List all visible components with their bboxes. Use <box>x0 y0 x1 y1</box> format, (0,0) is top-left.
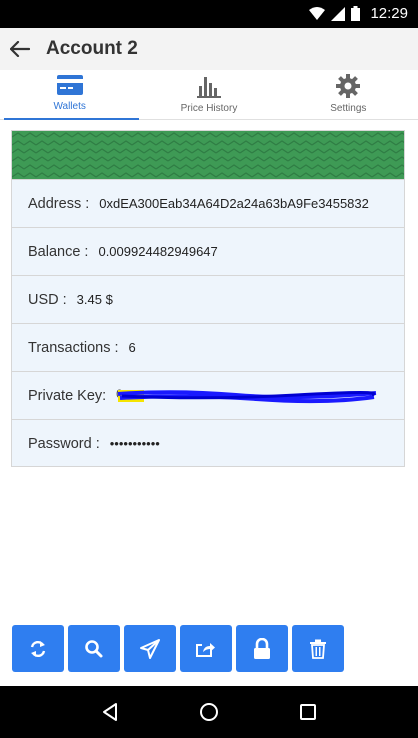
tab-settings[interactable]: Settings <box>279 70 418 119</box>
balance-label: Balance : <box>28 243 89 260</box>
tab-wallets[interactable]: Wallets <box>0 70 140 120</box>
send-icon <box>140 638 160 659</box>
status-icons: 12:29 <box>309 5 408 22</box>
lock-icon <box>254 637 270 659</box>
zigzag-pattern-icon <box>12 131 404 179</box>
app-bar: Account 2 <box>0 28 418 70</box>
battery-icon <box>351 6 361 21</box>
search-button[interactable] <box>68 625 120 672</box>
refresh-icon <box>30 640 46 657</box>
credit-card-icon <box>56 75 83 95</box>
balance-value: 0.009924482949647 <box>98 244 218 259</box>
delete-button[interactable] <box>292 625 344 672</box>
tab-price-history-label: Price History <box>180 103 238 114</box>
arrow-left-icon <box>10 41 30 57</box>
share-icon <box>196 642 215 657</box>
private-key-label: Private Key: <box>28 387 107 404</box>
transactions-row: Transactions : 6 <box>12 323 404 371</box>
tab-price-history[interactable]: Price History <box>139 70 278 119</box>
wallet-banner <box>12 131 404 179</box>
status-time: 12:29 <box>370 5 408 22</box>
action-toolbar <box>12 625 344 672</box>
password-value: ••••••••••• <box>109 436 160 451</box>
redaction-scribble-icon <box>118 389 377 403</box>
tab-settings-label: Settings <box>330 103 367 114</box>
usd-label: USD : <box>28 291 67 308</box>
nav-back-button[interactable] <box>90 692 130 732</box>
bar-chart-icon <box>196 77 221 98</box>
tab-bar: Wallets Price History Settings <box>0 70 418 120</box>
wallet-card: Address : 0xdEA300Eab34A64D2a24a63bA9Fe3… <box>11 130 405 467</box>
navigation-bar <box>0 686 418 738</box>
signal-icon <box>331 6 346 21</box>
password-row: Password : ••••••••••• <box>12 419 404 467</box>
address-label: Address : <box>28 195 90 212</box>
transactions-value: 6 <box>128 340 136 355</box>
triangle-back-icon <box>102 703 117 721</box>
password-label: Password : <box>28 435 100 452</box>
wifi-icon <box>309 6 326 20</box>
send-button[interactable] <box>124 625 176 672</box>
transactions-label: Transactions : <box>28 339 119 356</box>
address-row: Address : 0xdEA300Eab34A64D2a24a63bA9Fe3… <box>12 179 404 227</box>
search-icon <box>85 639 103 657</box>
lock-button[interactable] <box>236 625 288 672</box>
refresh-button[interactable] <box>12 625 64 672</box>
private-key-value-wrap: 0x... <box>116 386 378 406</box>
nav-recents-button[interactable] <box>288 692 328 732</box>
address-value: 0xdEA300Eab34A64D2a24a63bA9Fe3455832 <box>99 196 369 211</box>
balance-row: Balance : 0.009924482949647 <box>12 227 404 275</box>
tab-wallets-label: Wallets <box>53 101 86 112</box>
back-button[interactable] <box>0 28 40 70</box>
nav-home-button[interactable] <box>189 692 229 732</box>
trash-icon <box>310 639 326 659</box>
share-button[interactable] <box>180 625 232 672</box>
square-recents-icon <box>300 704 317 720</box>
status-bar: 12:29 <box>0 0 418 28</box>
page-title: Account 2 <box>46 38 138 59</box>
gear-icon <box>336 74 361 98</box>
circle-home-icon <box>199 703 218 721</box>
private-key-row: Private Key: 0x... <box>12 371 404 419</box>
usd-value: 3.45 $ <box>76 292 113 307</box>
usd-row: USD : 3.45 $ <box>12 275 404 323</box>
